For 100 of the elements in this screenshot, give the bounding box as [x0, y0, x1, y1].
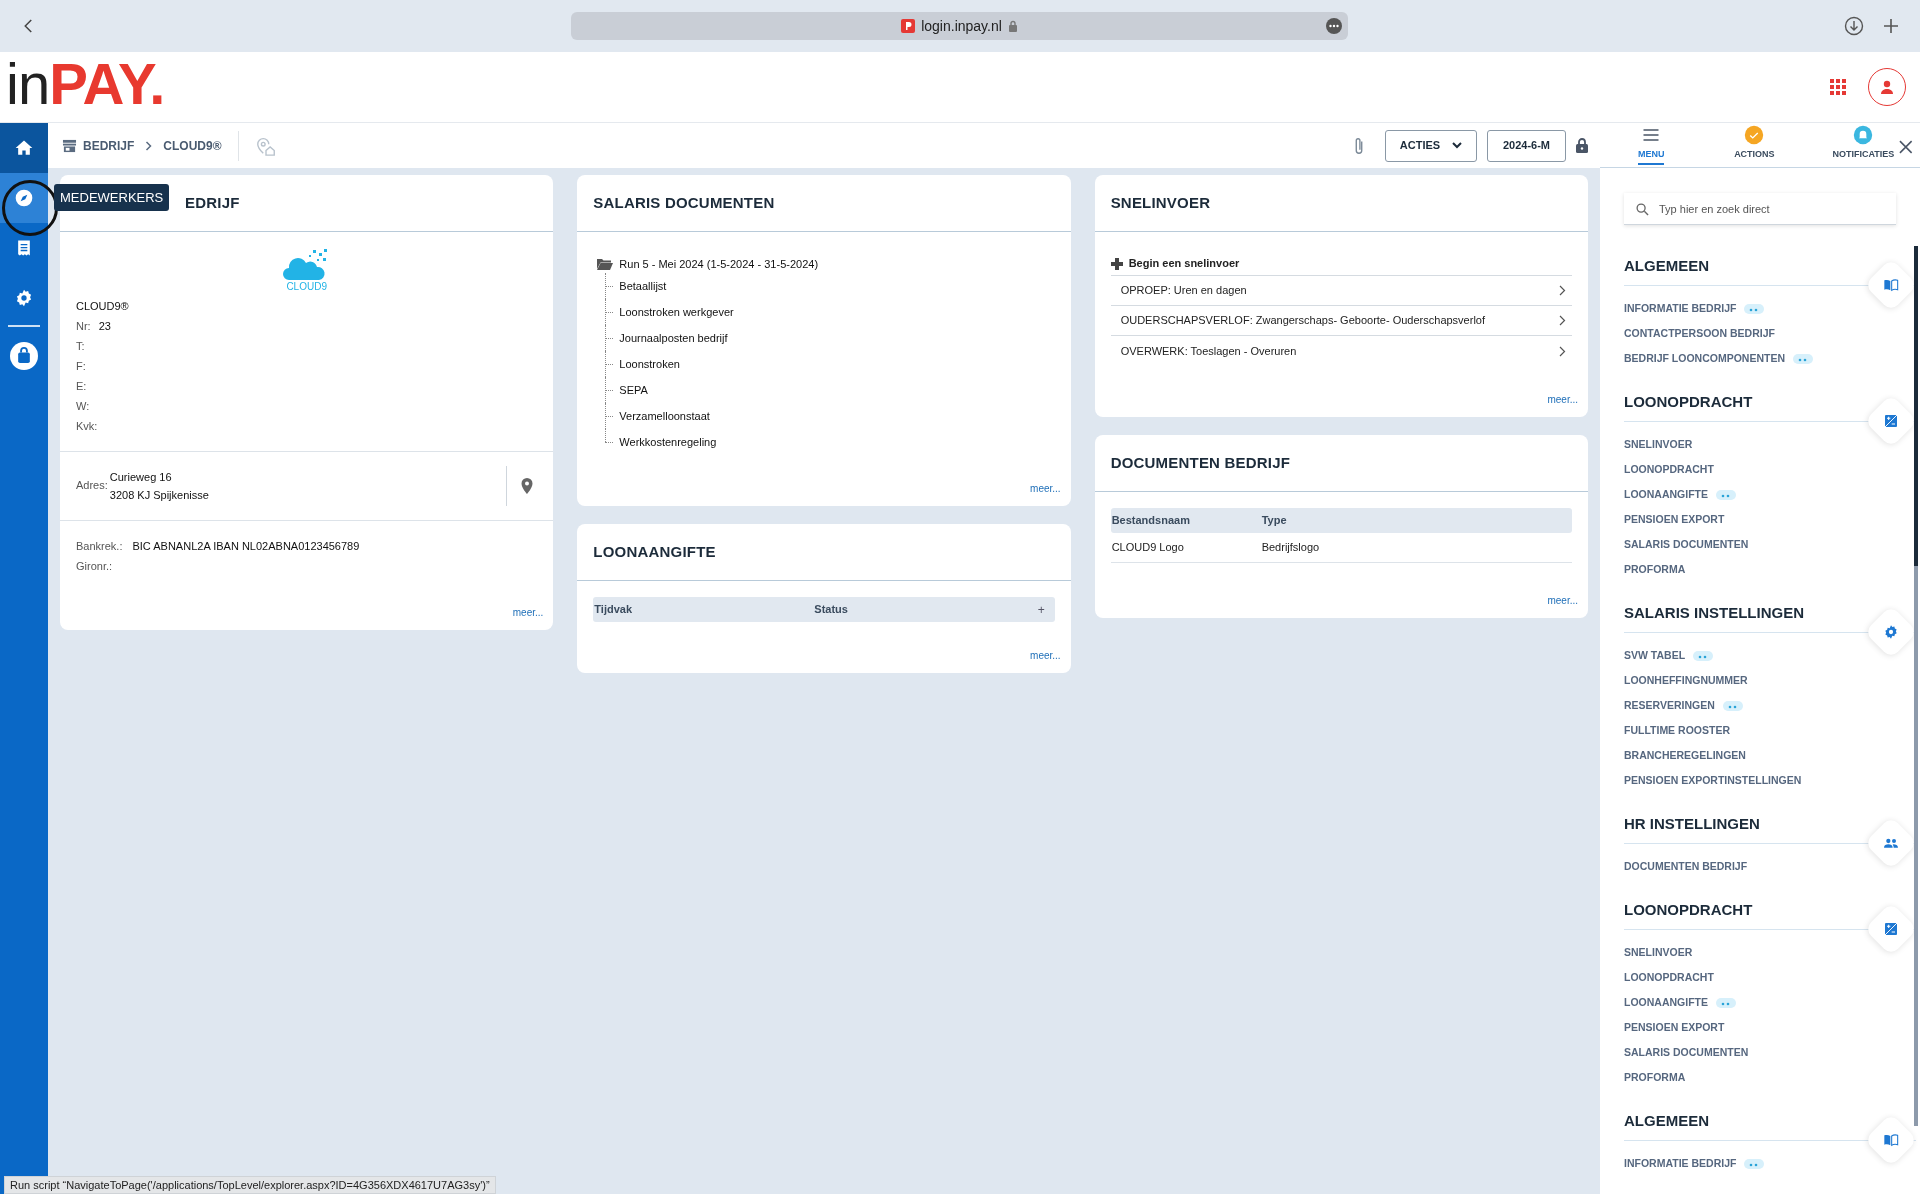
section-title: SALARIS INSTELLINGEN	[1624, 603, 1804, 623]
period-button[interactable]: 2024-6-M	[1487, 129, 1566, 162]
url-text: login.inpay.nl	[921, 16, 1002, 36]
field-label: Nr:	[76, 319, 91, 335]
menu-link[interactable]: SVW TABEL	[1624, 647, 1686, 664]
tree-item[interactable]: SEPA	[619, 381, 648, 399]
actions-dropdown[interactable]: ACTIES	[1385, 129, 1477, 162]
menu-link[interactable]: LOONAANGIFTE	[1624, 994, 1708, 1011]
book-icon	[1883, 277, 1899, 293]
table-cell-text: CLOUD9 Logo	[1110, 540, 1185, 556]
tooltip: MEDEWERKERS	[54, 184, 170, 211]
scrollbar[interactable]	[1914, 246, 1918, 1126]
panel-tab[interactable]: ACTIONS	[1680, 124, 1829, 167]
column-header: Bestandsnaam	[1110, 513, 1191, 529]
address-bar[interactable]: login.inpay.nl	[571, 12, 1348, 40]
quick-entry-item[interactable]: OUDERSCHAPSVERLOF: Zwangerschaps- Geboorte- Ouderschapsverlof	[1110, 306, 1572, 336]
panel-tab[interactable]: NOTIFICATIES	[1828, 124, 1899, 167]
field-label: E:	[76, 379, 87, 395]
menu-link[interactable]: PROFORMA	[1624, 1069, 1686, 1086]
search-field[interactable]: Typ hier en zoek direct	[1624, 193, 1896, 225]
chevron-right-icon	[1559, 315, 1566, 326]
menu-link[interactable]: PENSIOEN EXPORTINSTELLINGEN	[1624, 772, 1802, 789]
breadcrumb-link[interactable]: BEDRIJF	[83, 136, 135, 155]
home-icon	[14, 138, 34, 158]
menu-link[interactable]: DOCUMENTEN BEDRIJF	[1624, 858, 1748, 875]
start-quick-entry-link[interactable]: Begin een snelinvoer	[1128, 255, 1240, 272]
field-label: Kvk:	[76, 419, 98, 435]
tree-item[interactable]: Verzamelloonstaat	[619, 407, 710, 425]
settings-icon	[1883, 624, 1899, 640]
menu-link[interactable]: SALARIS DOCUMENTEN	[1624, 1044, 1749, 1061]
more-link[interactable]: meer...	[1030, 481, 1061, 496]
tree-folder-label[interactable]: Run 5 - Mei 2024 (1-5-2024 - 31-5-2024)	[619, 255, 819, 273]
menu-link[interactable]: INFORMATIE BEDRIJF	[1624, 1155, 1737, 1172]
menu-link[interactable]: SNELINVOER	[1624, 436, 1693, 453]
quick-entry-item[interactable]: OPROEP: Uren en dagen	[1110, 276, 1572, 306]
chevron-right-icon	[1559, 345, 1566, 357]
column-header: Type	[1260, 513, 1288, 529]
caret-icon	[1452, 142, 1463, 149]
tree-item[interactable]: Journaalposten bedrijf	[619, 329, 728, 347]
tree-item[interactable]: Werkkostenregeling	[619, 433, 717, 451]
menu-link[interactable]: FULLTIME ROOSTER	[1624, 722, 1730, 739]
menu-link[interactable]: BEDRIJF LOONCOMPONENTEN	[1624, 350, 1785, 367]
menu-link[interactable]: BRANCHEREGELINGEN	[1624, 747, 1746, 764]
more-link[interactable]: meer...	[1547, 392, 1578, 407]
menu-link[interactable]: CONTACTPERSOON BEDRIJF	[1624, 325, 1775, 342]
more-link[interactable]: meer...	[1030, 648, 1061, 663]
field-label: Adres:	[76, 478, 108, 494]
field-label: W:	[76, 399, 90, 415]
menu-link[interactable]: SNELINVOER	[1624, 944, 1693, 961]
quick-entry-item[interactable]: OVERWERK: Toeslagen - Overuren	[1110, 336, 1572, 366]
more-icon[interactable]	[1326, 18, 1342, 34]
more-link[interactable]: meer...	[1547, 593, 1578, 608]
tree-item[interactable]: Loonstroken werkgever	[619, 303, 734, 321]
column-header: Tijdvak	[593, 602, 634, 618]
breadcrumb-link[interactable]: CLOUD9®	[163, 136, 222, 155]
menu-link[interactable]: INFORMATIE BEDRIJF	[1624, 300, 1737, 317]
menu-link[interactable]: LOONAANGIFTE	[1624, 486, 1708, 503]
section-title: LOONOPDRACHT	[1624, 900, 1753, 920]
settings-icon	[14, 288, 34, 308]
menu-link[interactable]: RESERVERINGEN	[1624, 697, 1715, 714]
more-badge-icon	[1744, 303, 1765, 314]
address-line: 3208 KJ Spijkenisse	[109, 487, 209, 503]
logo-text: CLOUD9	[286, 282, 327, 292]
tree-item[interactable]: Betaallijst	[619, 277, 667, 295]
tree-item[interactable]: Loonstroken	[619, 355, 680, 373]
site-icon	[901, 19, 916, 33]
lock-icon	[1007, 20, 1018, 32]
search-icon	[1636, 203, 1649, 216]
user-icon	[1879, 79, 1895, 95]
card-title: DOCUMENTEN BEDRIJF	[1110, 452, 1291, 473]
close-icon[interactable]	[1898, 139, 1914, 155]
add-button[interactable]: +	[1037, 600, 1045, 619]
apps-grid-icon[interactable]	[1830, 79, 1846, 95]
download-icon[interactable]	[1844, 16, 1864, 36]
field-label: F:	[76, 359, 86, 375]
menu-link[interactable]: LOONOPDRACHT	[1624, 461, 1714, 478]
lock-icon[interactable]	[1576, 138, 1588, 153]
store-icon	[62, 138, 77, 153]
menu-link[interactable]: LOONOPDRACHT	[1624, 969, 1714, 986]
status-bar: Run script “NavigateToPage('/applications/TopLevel/explorer.aspx?ID=4G356XDX4617U7AG3sy')”	[4, 1176, 496, 1194]
nav-button[interactable]	[0, 123, 48, 173]
menu-link[interactable]: SALARIS DOCUMENTEN	[1624, 536, 1749, 553]
menu-link[interactable]: PENSIOEN EXPORT	[1624, 1019, 1725, 1036]
panel-tab[interactable]: MENU	[1622, 124, 1681, 167]
map-pin-icon[interactable]	[521, 477, 534, 494]
address-line: Curieweg 16	[109, 469, 173, 485]
plus-minus-icon	[1883, 413, 1899, 429]
more-link[interactable]: meer...	[512, 604, 544, 620]
open-folder-icon	[597, 258, 614, 270]
section-title: LOONOPDRACHT	[1624, 392, 1753, 412]
nav-button[interactable]	[0, 173, 48, 223]
menu-link[interactable]: LOONHEFFINGNUMMER	[1624, 672, 1748, 689]
card-title: LOONAANGIFTE	[593, 541, 716, 562]
menu-link[interactable]: PENSIOEN EXPORT	[1624, 511, 1725, 528]
card-title: SNELINVOER	[1110, 192, 1211, 213]
new-tab-icon[interactable]	[1882, 17, 1900, 35]
compass-icon	[14, 188, 34, 208]
menu-link[interactable]: PROFORMA	[1624, 561, 1686, 578]
company-name: CLOUD9®	[76, 299, 130, 314]
chevron-right-icon	[1559, 285, 1566, 296]
